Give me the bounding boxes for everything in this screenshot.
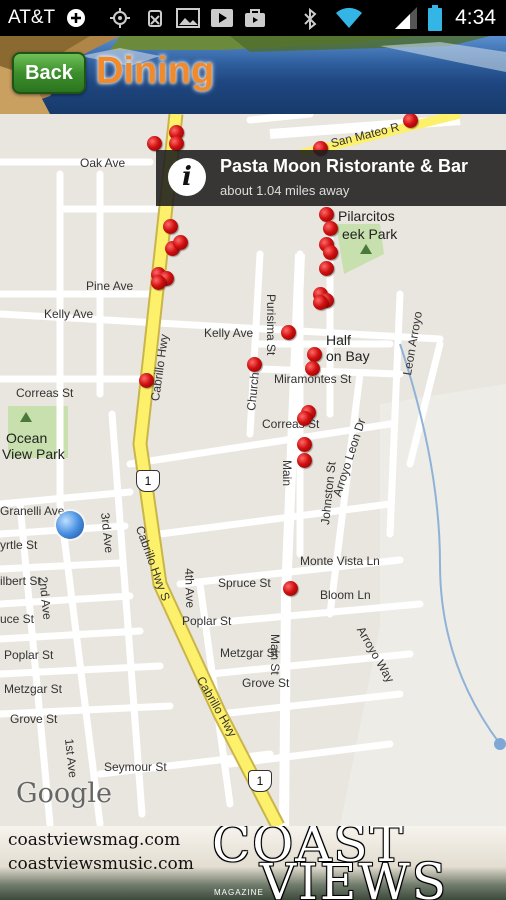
map-view[interactable]: Oak Ave Pine Ave Kelly Ave Kelly Ave Cor…: [0, 114, 506, 826]
restaurant-pin[interactable]: [163, 219, 178, 234]
route-shield: 1: [136, 470, 160, 492]
restaurant-pin[interactable]: [283, 581, 298, 596]
street-label: yrtle St: [0, 538, 38, 552]
restaurant-pin[interactable]: [297, 437, 312, 452]
signal-icon: [395, 7, 417, 29]
park-label: Pilarcitos: [338, 208, 395, 224]
park-label: View Park: [2, 446, 65, 462]
place-label: on Bay: [326, 348, 370, 364]
map-roads: [0, 114, 506, 826]
restaurant-pin[interactable]: [139, 373, 154, 388]
street-label: Monte Vista Ln: [300, 554, 380, 568]
street-label: Oak Ave: [80, 156, 126, 170]
restaurant-pin[interactable]: [297, 453, 312, 468]
street-label: Main St: [268, 634, 282, 675]
street-label: Grove St: [10, 712, 58, 726]
restaurant-pin[interactable]: [319, 207, 334, 222]
battery-icon: [428, 5, 442, 31]
restaurant-name: Pasta Moon Ristorante & Bar: [220, 156, 469, 176]
restaurant-pin[interactable]: [281, 325, 296, 340]
restaurant-pin[interactable]: [173, 235, 188, 250]
restaurant-pin[interactable]: [247, 357, 262, 372]
carrier-label: AT&T: [8, 7, 56, 28]
banner-url: coastviewsmag.com: [8, 830, 181, 850]
banner-subtitle: MAGAZINE: [214, 888, 264, 897]
street-label: Poplar St: [182, 614, 232, 628]
image-icon: [176, 8, 200, 28]
restaurant-pin[interactable]: [297, 411, 312, 426]
park-label: Ocean: [6, 430, 48, 446]
street-label: Bloom Ln: [320, 588, 371, 602]
back-button[interactable]: Back: [12, 52, 86, 94]
street-label: Kelly Ave: [44, 307, 94, 321]
ad-banner[interactable]: coastviewsmag.com coastviewsmusic.com CO…: [0, 826, 506, 900]
street-label: Seymour St: [104, 760, 167, 774]
restaurant-pin[interactable]: [323, 245, 338, 260]
street-label: Poplar St: [4, 648, 54, 662]
plus-circle-icon: [67, 9, 85, 27]
street-label: Main: [280, 460, 294, 487]
street-label: Purisima St: [264, 294, 278, 356]
wifi-icon: [336, 7, 362, 28]
banner-brand: VIEWS: [260, 853, 449, 900]
google-logo: Google: [16, 778, 112, 809]
restaurant-distance: about 1.04 miles away: [220, 183, 350, 198]
street-label: Pine Ave: [86, 279, 134, 293]
info-icon: i: [168, 158, 206, 196]
gps-icon: [110, 8, 130, 28]
street-label: uce St: [0, 612, 35, 626]
restaurant-pin[interactable]: [307, 347, 322, 362]
banner-url: coastviewsmusic.com: [8, 854, 194, 874]
header-banner: Back Dining: [0, 36, 506, 114]
clock: 4:34: [455, 6, 496, 29]
current-location-marker: [56, 511, 84, 539]
street-label: Metzgar St: [4, 682, 63, 696]
bag-icon: [245, 9, 265, 27]
place-label: Half: [326, 332, 351, 348]
status-bar: AT&T 4:34: [0, 0, 506, 36]
street-label: Spruce St: [218, 576, 271, 590]
page-title: Dining: [96, 50, 215, 92]
restaurant-pin[interactable]: [305, 361, 320, 376]
info-window[interactable]: i Pasta Moon Ristorante & Bar about 1.04…: [156, 150, 506, 206]
no-sim-icon: [148, 10, 162, 27]
street-label: 4th Ave: [182, 568, 198, 609]
video-icon: [211, 9, 233, 27]
street-label: Kelly Ave: [204, 326, 254, 340]
street-label: Granelli Ave: [0, 504, 65, 518]
bluetooth-icon: [304, 8, 317, 30]
restaurant-pin[interactable]: [147, 136, 162, 151]
restaurant-pin[interactable]: [319, 261, 334, 276]
route-shield: 1: [248, 770, 272, 792]
park-label: eek Park: [342, 226, 398, 242]
restaurant-pin[interactable]: [313, 295, 328, 310]
street-label: Correas St: [16, 386, 74, 400]
street-label: Grove St: [242, 676, 290, 690]
restaurant-pin[interactable]: [169, 136, 184, 151]
restaurant-pin[interactable]: [323, 221, 338, 236]
street-label: ilbert St: [0, 574, 41, 588]
restaurant-pin[interactable]: [151, 275, 166, 290]
